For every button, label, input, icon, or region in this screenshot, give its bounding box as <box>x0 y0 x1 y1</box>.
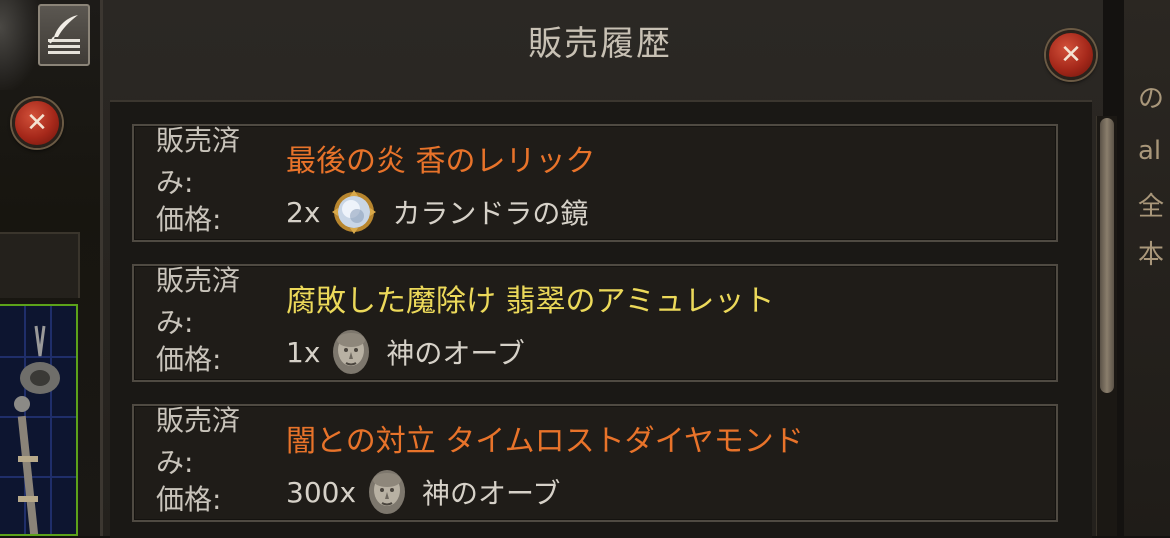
left-close-button[interactable]: ✕ <box>12 98 62 148</box>
close-icon: ✕ <box>1060 40 1082 70</box>
equipped-item-slot[interactable] <box>0 304 78 536</box>
price-row: 2x カランドラの鏡 <box>286 188 588 236</box>
wing-decoration <box>0 0 40 90</box>
price-quantity: 1x <box>286 335 321 369</box>
price-row: 300x 神のオーブ <box>286 468 560 516</box>
price-label: 価格: <box>156 343 222 376</box>
clipped-text: 本 <box>1138 240 1165 270</box>
window-title: 販売履歴 <box>528 24 672 64</box>
currency-name: 神のオーブ <box>422 477 561 510</box>
sale-entry: 販売済み: 価格: 闇との対立 タイムロストダイヤモンド 300x 神のオーブ <box>132 404 1058 522</box>
price-label: 価格: <box>156 483 222 516</box>
price-label: 価格: <box>156 203 222 236</box>
sold-label: 販売済み: <box>156 124 241 199</box>
divine-orb-icon <box>333 330 370 374</box>
quill-icon-button[interactable] <box>38 4 90 66</box>
item-name[interactable]: 最後の炎 香のレリック <box>286 136 596 180</box>
clipped-text: al <box>1138 136 1162 166</box>
sold-label: 販売済み: <box>156 404 241 479</box>
quill-icon <box>48 15 80 54</box>
sale-entry: 販売済み: 価格: 最後の炎 香のレリック 2x カランドラの鏡 <box>132 124 1058 242</box>
sold-label: 販売済み: <box>156 264 241 339</box>
clipped-text: の <box>1138 84 1165 114</box>
staff-item-icon <box>14 325 60 534</box>
price-quantity: 300x <box>286 475 357 509</box>
mirror-of-kalandra-icon <box>332 190 377 234</box>
scrollbar-thumb[interactable] <box>1100 118 1114 393</box>
item-name[interactable]: 闇との対立 タイムロストダイヤモンド <box>286 416 804 460</box>
price-row: 1x 神のオーブ <box>286 328 525 376</box>
left-tab-strip <box>0 232 80 298</box>
window-close-button[interactable]: ✕ <box>1046 30 1096 80</box>
divine-orb-icon <box>369 470 406 514</box>
item-name[interactable]: 腐敗した魔除け 翡翠のアミュレット <box>286 276 774 320</box>
price-quantity: 2x <box>286 195 321 229</box>
close-icon: ✕ <box>26 108 48 138</box>
clipped-text: 全 <box>1138 192 1165 222</box>
currency-name: 神のオーブ <box>386 337 525 370</box>
currency-name: カランドラの鏡 <box>392 197 589 230</box>
sale-entry: 販売済み: 価格: 腐敗した魔除け 翡翠のアミュレット 1x 神のオーブ <box>132 264 1058 382</box>
